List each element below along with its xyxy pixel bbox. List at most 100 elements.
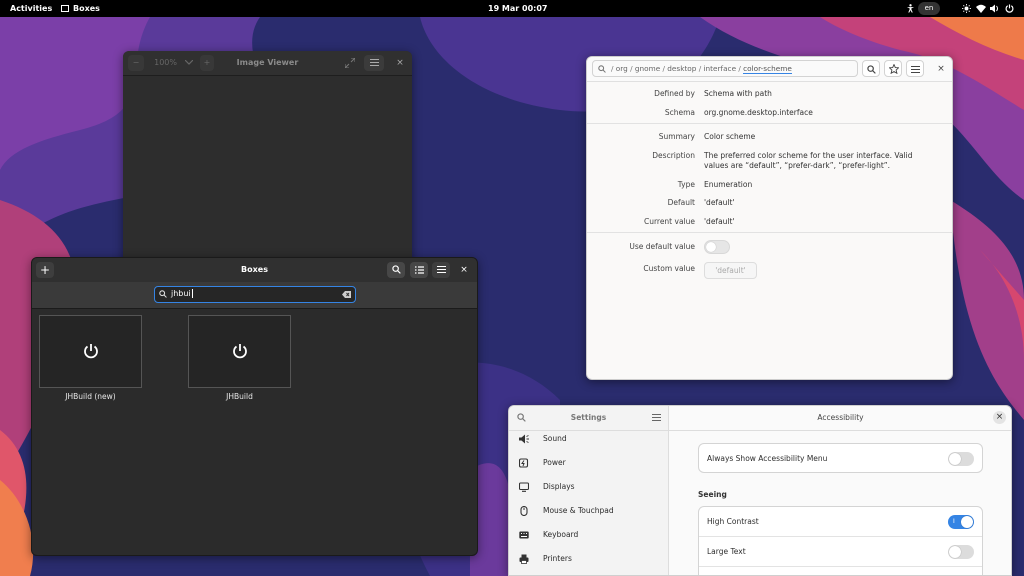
- content-headerbar: Accessibility ×: [669, 406, 1011, 431]
- close-button[interactable]: ×: [934, 61, 948, 77]
- sidebar-item-label: Keyboard: [543, 530, 579, 539]
- key-value: 'default': [704, 198, 735, 207]
- key-value: The preferred color scheme for the user …: [704, 151, 913, 170]
- machine-thumbnail[interactable]: [188, 315, 291, 388]
- use-default-toggle[interactable]: [704, 240, 730, 254]
- key-label: Schema: [664, 108, 695, 117]
- high-contrast-row[interactable]: High Contrast I: [699, 507, 982, 536]
- page-title: Accessibility: [817, 413, 864, 422]
- search-input[interactable]: jhbui: [154, 286, 356, 303]
- always-show-menu-card: Always Show Accessibility Menu: [698, 443, 983, 473]
- mouse-icon: [520, 506, 528, 516]
- path-segment[interactable]: interface: [704, 64, 737, 73]
- close-button[interactable]: ×: [456, 262, 472, 278]
- image-viewer-window[interactable]: − 100% + Image Viewer ×: [123, 51, 412, 266]
- row-label: Always Show Accessibility Menu: [707, 454, 828, 463]
- sidebar-item-label: Power: [543, 458, 566, 467]
- power-icon: [233, 344, 247, 359]
- close-icon: ×: [396, 58, 404, 68]
- wifi-icon: [976, 4, 986, 13]
- power-icon: [1005, 4, 1014, 13]
- boxes-window[interactable]: + Boxes × jhbui JHBuild (new) JHBuild: [31, 257, 478, 556]
- search-toggle-button[interactable]: [387, 262, 405, 278]
- system-tray[interactable]: en: [904, 0, 1024, 17]
- view-toggle-button[interactable]: [410, 262, 428, 278]
- bookmark-button[interactable]: [884, 60, 902, 77]
- search-button[interactable]: [862, 60, 880, 77]
- app-menu-boxes[interactable]: Boxes: [61, 0, 100, 17]
- app-menu-label: Boxes: [73, 4, 100, 13]
- power-plug-icon: [519, 458, 529, 468]
- path-bar[interactable]: / org / gnome / desktop / interface / co…: [592, 60, 858, 77]
- star-icon: [889, 64, 899, 74]
- always-show-menu-switch[interactable]: [948, 452, 974, 466]
- key-label: Summary: [658, 132, 695, 141]
- accessibility-icon[interactable]: [906, 4, 915, 13]
- close-button[interactable]: ×: [993, 411, 1006, 424]
- search-bar: jhbui: [32, 282, 477, 309]
- boxes-headerbar: + Boxes ×: [32, 258, 477, 282]
- seeing-card: High Contrast I Large Text: [698, 506, 983, 575]
- activities-button[interactable]: Activities: [10, 0, 52, 17]
- key-value: Enumeration: [704, 180, 753, 189]
- key-label: Use default value: [629, 242, 695, 251]
- speaker-icon: [519, 434, 529, 444]
- hamburger-icon: [369, 59, 379, 66]
- image-viewer-headerbar: − 100% + Image Viewer ×: [123, 51, 412, 76]
- sidebar-title: Settings: [570, 413, 607, 422]
- power-icon: [84, 344, 98, 359]
- accessibility-panel: Accessibility × Always Show Accessibilit…: [669, 406, 1011, 575]
- search-icon: [159, 290, 167, 298]
- key-label: Custom value: [643, 264, 695, 273]
- machine-name[interactable]: JHBuild: [188, 392, 291, 401]
- on-indicator-icon: I: [953, 518, 955, 525]
- volume-icon: [990, 4, 998, 13]
- toggle-knob: [949, 453, 961, 465]
- text-cursor: [191, 289, 193, 298]
- path-segment-current[interactable]: color-scheme: [743, 64, 792, 74]
- sidebar-item-label: Sound: [543, 434, 567, 443]
- large-text-row[interactable]: Large Text: [699, 537, 982, 566]
- path-segment[interactable]: org: [616, 64, 628, 73]
- dconf-editor-window[interactable]: / org / gnome / desktop / interface / co…: [586, 56, 953, 380]
- toggle-knob: [706, 242, 716, 252]
- clock[interactable]: 19 Mar 00:07: [488, 0, 547, 17]
- main-menu-button[interactable]: [364, 55, 384, 71]
- divider: [587, 123, 952, 124]
- large-text-switch[interactable]: [948, 545, 974, 559]
- key-value: 'default': [704, 217, 735, 226]
- divider: [587, 232, 952, 233]
- close-icon: ×: [937, 64, 945, 74]
- sidebar-item-label: Mouse & Touchpad: [543, 506, 614, 515]
- machine-name[interactable]: JHBuild (new): [39, 392, 142, 401]
- top-bar: Activities Boxes 19 Mar 00:07 en: [0, 0, 1024, 17]
- row-label: High Contrast: [707, 517, 759, 526]
- path-segment[interactable]: desktop: [667, 64, 696, 73]
- fullscreen-icon[interactable]: [345, 58, 355, 68]
- toggle-knob: [949, 546, 961, 558]
- clear-search-icon[interactable]: [342, 291, 351, 298]
- key-label: Defined by: [654, 89, 695, 98]
- custom-value-field[interactable]: 'default': [704, 262, 757, 279]
- hamburger-icon: [436, 266, 446, 273]
- input-language-indicator[interactable]: en: [918, 2, 940, 15]
- high-contrast-switch[interactable]: I: [948, 515, 974, 529]
- key-value: Color scheme: [704, 132, 756, 141]
- path-segment[interactable]: gnome: [635, 64, 660, 73]
- main-menu-button[interactable]: [432, 262, 450, 278]
- key-label: Type: [677, 180, 695, 189]
- always-show-menu-row[interactable]: Always Show Accessibility Menu: [699, 444, 982, 473]
- key-label: Description: [652, 151, 695, 160]
- settings-sidebar: Settings Sound Power Displays Mouse & To…: [509, 406, 669, 575]
- search-icon: [391, 265, 401, 274]
- main-menu-button[interactable]: [906, 60, 924, 77]
- settings-window[interactable]: Settings Sound Power Displays Mouse & To…: [508, 405, 1012, 576]
- key-value: org.gnome.desktop.interface: [704, 108, 813, 117]
- hamburger-icon[interactable]: [652, 414, 661, 421]
- list-view-icon: [414, 266, 424, 274]
- close-button[interactable]: ×: [393, 55, 407, 71]
- close-icon: ×: [995, 412, 1004, 422]
- machine-thumbnail[interactable]: [39, 315, 142, 388]
- search-icon: [867, 65, 876, 74]
- hamburger-icon: [911, 66, 920, 73]
